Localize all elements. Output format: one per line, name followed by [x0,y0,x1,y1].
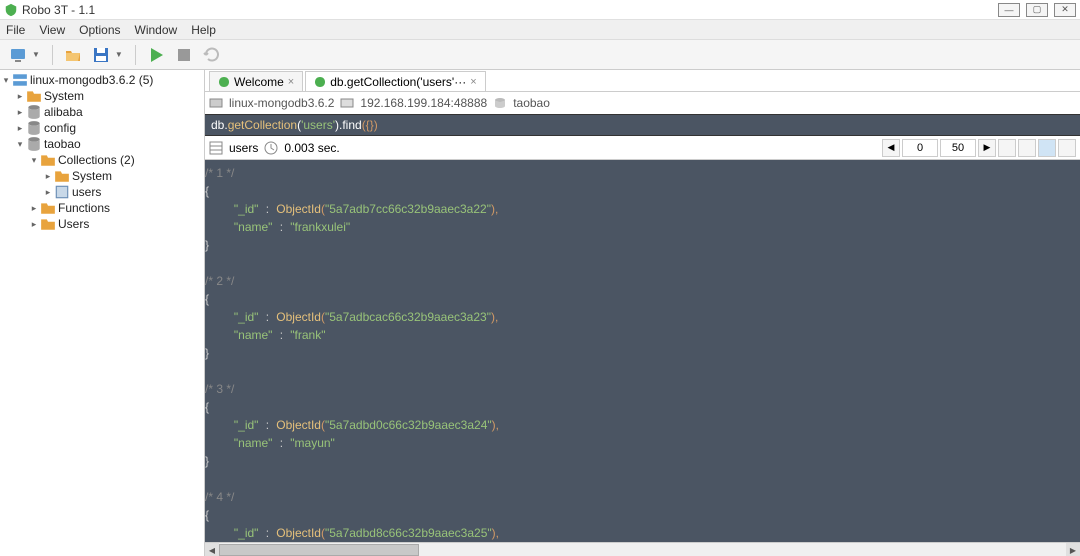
database-icon [26,105,42,119]
expand-icon[interactable]: ▾ [0,75,12,86]
window-title: Robo 3T - 1.1 [22,3,998,17]
folder-icon [40,153,56,167]
tree-users-folder[interactable]: ▸ Users [0,216,204,232]
tree-coll-system[interactable]: ▸ System [0,168,204,184]
expand-icon[interactable]: ▾ [14,139,26,150]
expand-icon[interactable]: ▸ [28,219,40,230]
results-text[interactable]: /* 1 */ { "_id" : ObjectId("5a7adb7cc66c… [205,160,1080,542]
content-area: Welcome × db.getCollection('users'··· × … [205,70,1080,556]
leaf-icon [314,76,326,88]
expand-icon[interactable]: ▸ [14,107,26,118]
result-toolbar: users 0.003 sec. ◀ ▶ [205,136,1080,160]
menubar: File View Options Window Help [0,20,1080,40]
save-button[interactable] [89,43,113,67]
maximize-button[interactable]: ▢ [1026,3,1048,17]
window-controls: — ▢ ✕ [998,3,1076,17]
expand-icon[interactable]: ▸ [14,123,26,134]
expand-icon[interactable]: ▸ [14,91,26,102]
folder-icon [40,217,56,231]
minimize-button[interactable]: — [998,3,1020,17]
menu-options[interactable]: Options [79,23,120,37]
bc-database: taobao [513,96,550,110]
clock-icon [264,141,278,155]
scroll-thumb[interactable] [219,544,419,556]
expand-icon[interactable]: ▸ [42,187,54,198]
editor-tabs: Welcome × db.getCollection('users'··· × [205,70,1080,92]
view-text-button[interactable] [1038,139,1056,157]
scroll-right-icon[interactable]: ▶ [1066,543,1080,556]
tree-coll-users[interactable]: ▸ users [0,184,204,200]
tree-db-config[interactable]: ▸ config [0,120,204,136]
menu-help[interactable]: Help [191,23,216,37]
host-icon [340,96,354,110]
expand-icon[interactable]: ▸ [42,171,54,182]
horizontal-scrollbar[interactable]: ◀ ▶ [205,542,1080,556]
view-expand-button[interactable] [1058,139,1076,157]
page-prev-button[interactable]: ◀ [882,139,900,157]
expand-icon[interactable]: ▾ [28,155,40,166]
bc-connection: linux-mongodb3.6.2 [229,96,334,110]
tree-db-taobao[interactable]: ▾ taobao [0,136,204,152]
view-table-button[interactable] [1018,139,1036,157]
query-editor[interactable]: db.getCollection('users').find({}) [205,114,1080,136]
collection-icon [54,185,70,199]
titlebar: Robo 3T - 1.1 — ▢ ✕ [0,0,1080,20]
rotate-button[interactable] [200,43,224,67]
close-icon[interactable]: × [288,76,294,88]
server-icon [12,73,28,87]
view-tree-button[interactable] [998,139,1016,157]
tree-connection[interactable]: ▾ linux-mongodb3.6.2 (5) [0,72,204,88]
database-icon [493,96,507,110]
app-logo-icon [4,3,18,17]
stop-button[interactable] [172,43,196,67]
close-button[interactable]: ✕ [1054,3,1076,17]
page-skip-input[interactable] [902,139,938,157]
bc-host: 192.168.199.184:48888 [360,96,487,110]
open-button[interactable] [61,43,85,67]
menu-view[interactable]: View [39,23,65,37]
menu-file[interactable]: File [6,23,25,37]
tab-welcome[interactable]: Welcome × [209,71,303,91]
page-next-button[interactable]: ▶ [978,139,996,157]
tree-functions[interactable]: ▸ Functions [0,200,204,216]
database-icon [26,137,42,151]
connect-dropdown-icon[interactable]: ▼ [32,50,40,59]
tree-db-system[interactable]: ▸ System [0,88,204,104]
save-dropdown-icon[interactable]: ▼ [115,50,123,59]
connect-button[interactable] [6,43,30,67]
menu-window[interactable]: Window [135,23,178,37]
folder-icon [26,89,42,103]
folder-icon [54,169,70,183]
table-icon [209,141,223,155]
toolbar: ▼ ▼ [0,40,1080,70]
leaf-icon [218,76,230,88]
tree-collections[interactable]: ▾ Collections (2) [0,152,204,168]
result-collection: users [229,141,258,155]
tab-query[interactable]: db.getCollection('users'··· × [305,71,485,91]
breadcrumb: linux-mongodb3.6.2 192.168.199.184:48888… [205,92,1080,114]
result-time: 0.003 sec. [284,141,339,155]
page-limit-input[interactable] [940,139,976,157]
connection-tree[interactable]: ▾ linux-mongodb3.6.2 (5) ▸ System ▸ alib… [0,70,205,556]
tree-db-alibaba[interactable]: ▸ alibaba [0,104,204,120]
server-icon [209,96,223,110]
run-button[interactable] [144,43,168,67]
close-icon[interactable]: × [470,76,476,88]
folder-icon [40,201,56,215]
expand-icon[interactable]: ▸ [28,203,40,214]
database-icon [26,121,42,135]
scroll-left-icon[interactable]: ◀ [205,543,219,556]
